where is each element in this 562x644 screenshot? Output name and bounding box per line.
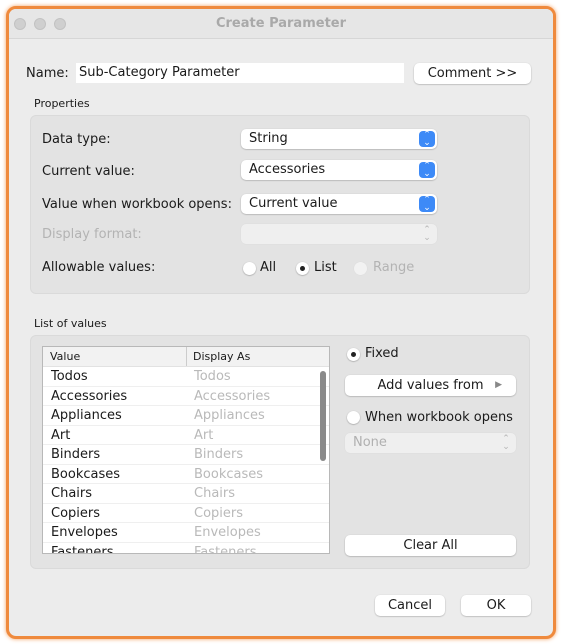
add-values-label: Add values from	[377, 378, 484, 393]
scrollbar-thumb[interactable]	[320, 371, 326, 461]
table-row[interactable]: Envelopes Envelopes	[43, 523, 329, 543]
title-bar: Create Parameter	[9, 9, 553, 39]
display-format-select: ⌃ ⌄	[241, 224, 437, 244]
clear-all-button[interactable]: Clear All	[345, 535, 516, 556]
window-title: Create Parameter	[215, 16, 347, 31]
cell-display-as: Envelopes	[194, 525, 261, 540]
radio-list-label: List	[314, 260, 337, 275]
data-type-label: Data type:	[42, 132, 111, 147]
cell-value: Fasteners	[51, 544, 114, 554]
cell-display-as: Fasteners	[194, 544, 257, 554]
cell-value: Chairs	[51, 486, 93, 501]
cell-display-as: Chairs	[194, 486, 236, 501]
ok-button[interactable]: OK	[461, 595, 531, 616]
chevron-up-down-icon: ⌃ ⌄	[419, 196, 435, 213]
table-row[interactable]: Fasteners Fasteners	[43, 543, 329, 554]
column-header-display-as[interactable]: Display As	[193, 347, 250, 366]
cell-display-as: Art	[194, 427, 214, 443]
radio-range-label: Range	[373, 260, 415, 275]
comment-button[interactable]: Comment >>	[414, 63, 531, 84]
cell-display-as: Bookcases	[194, 466, 264, 482]
triangle-right-icon: ▶	[495, 380, 502, 390]
value-when-opens-select[interactable]: Current value ⌃ ⌄	[241, 194, 437, 214]
table-row[interactable]: Art Art	[43, 426, 329, 445]
radio-fixed[interactable]	[347, 348, 360, 361]
value-when-opens-label: Value when workbook opens:	[42, 197, 232, 212]
cell-display-as: Todos	[194, 369, 231, 384]
chevron-up-down-icon: ⌃ ⌄	[502, 434, 510, 452]
cell-value: Todos	[51, 369, 88, 384]
cell-value: Bookcases	[51, 466, 121, 482]
display-format-label: Display format:	[42, 227, 142, 242]
values-table[interactable]: Value Display As Todos Todos Accessories Ac…	[42, 346, 330, 554]
when-opens-select: None ⌃ ⌄	[345, 433, 516, 453]
table-row[interactable]: Accessories Accessories	[43, 387, 329, 406]
cell-display-as: Copiers	[194, 505, 244, 521]
create-parameter-dialog: Create Parameter Name: Sub-Category Para…	[6, 6, 556, 639]
radio-list[interactable]	[296, 262, 309, 275]
cell-display-as: Binders	[194, 447, 244, 462]
cancel-button[interactable]: Cancel	[375, 595, 445, 616]
data-type-select[interactable]: String ⌃ ⌄	[241, 129, 437, 149]
data-type-value: String	[249, 131, 288, 146]
cell-value: Copiers	[51, 505, 101, 521]
table-row[interactable]: Bookcases Bookcases	[43, 465, 329, 484]
radio-range	[354, 262, 367, 275]
current-value-value: Accessories	[249, 162, 326, 177]
name-input[interactable]: Sub-Category Parameter	[76, 63, 404, 83]
allowable-values-label: Allowable values:	[42, 260, 156, 275]
cell-value: Appliances	[51, 408, 122, 423]
table-row[interactable]: Chairs Chairs	[43, 484, 329, 504]
list-of-values-heading: List of values	[34, 317, 107, 330]
cell-value: Envelopes	[51, 525, 118, 540]
table-row[interactable]: Todos Todos	[43, 367, 329, 387]
cell-value: Art	[51, 427, 71, 443]
properties-heading: Properties	[34, 97, 90, 110]
radio-all[interactable]	[243, 262, 256, 275]
radio-when-opens[interactable]	[347, 411, 360, 424]
current-value-label: Current value:	[42, 164, 135, 179]
column-header-value[interactable]: Value	[50, 347, 80, 366]
when-opens-value: None	[353, 435, 387, 450]
table-row[interactable]: Binders Binders	[43, 445, 329, 465]
table-row[interactable]: Copiers Copiers	[43, 504, 329, 523]
table-header: Value Display As	[43, 347, 329, 367]
table-row[interactable]: Appliances Appliances	[43, 406, 329, 426]
add-values-from-button[interactable]: Add values from ▶	[345, 375, 516, 396]
radio-when-opens-label: When workbook opens	[365, 410, 513, 425]
value-when-opens-value: Current value	[249, 196, 338, 211]
cell-display-as: Accessories	[194, 388, 271, 404]
cell-display-as: Appliances	[194, 408, 265, 423]
chevron-up-down-icon: ⌃ ⌄	[423, 225, 431, 243]
radio-fixed-label: Fixed	[365, 346, 399, 361]
cell-value: Binders	[51, 447, 101, 462]
cell-value: Accessories	[51, 388, 128, 404]
current-value-select[interactable]: Accessories ⌃ ⌄	[241, 160, 437, 180]
radio-all-label: All	[260, 260, 277, 275]
name-label: Name:	[26, 66, 69, 81]
chevron-up-down-icon: ⌃ ⌄	[419, 131, 435, 148]
chevron-up-down-icon: ⌃ ⌄	[419, 162, 435, 179]
